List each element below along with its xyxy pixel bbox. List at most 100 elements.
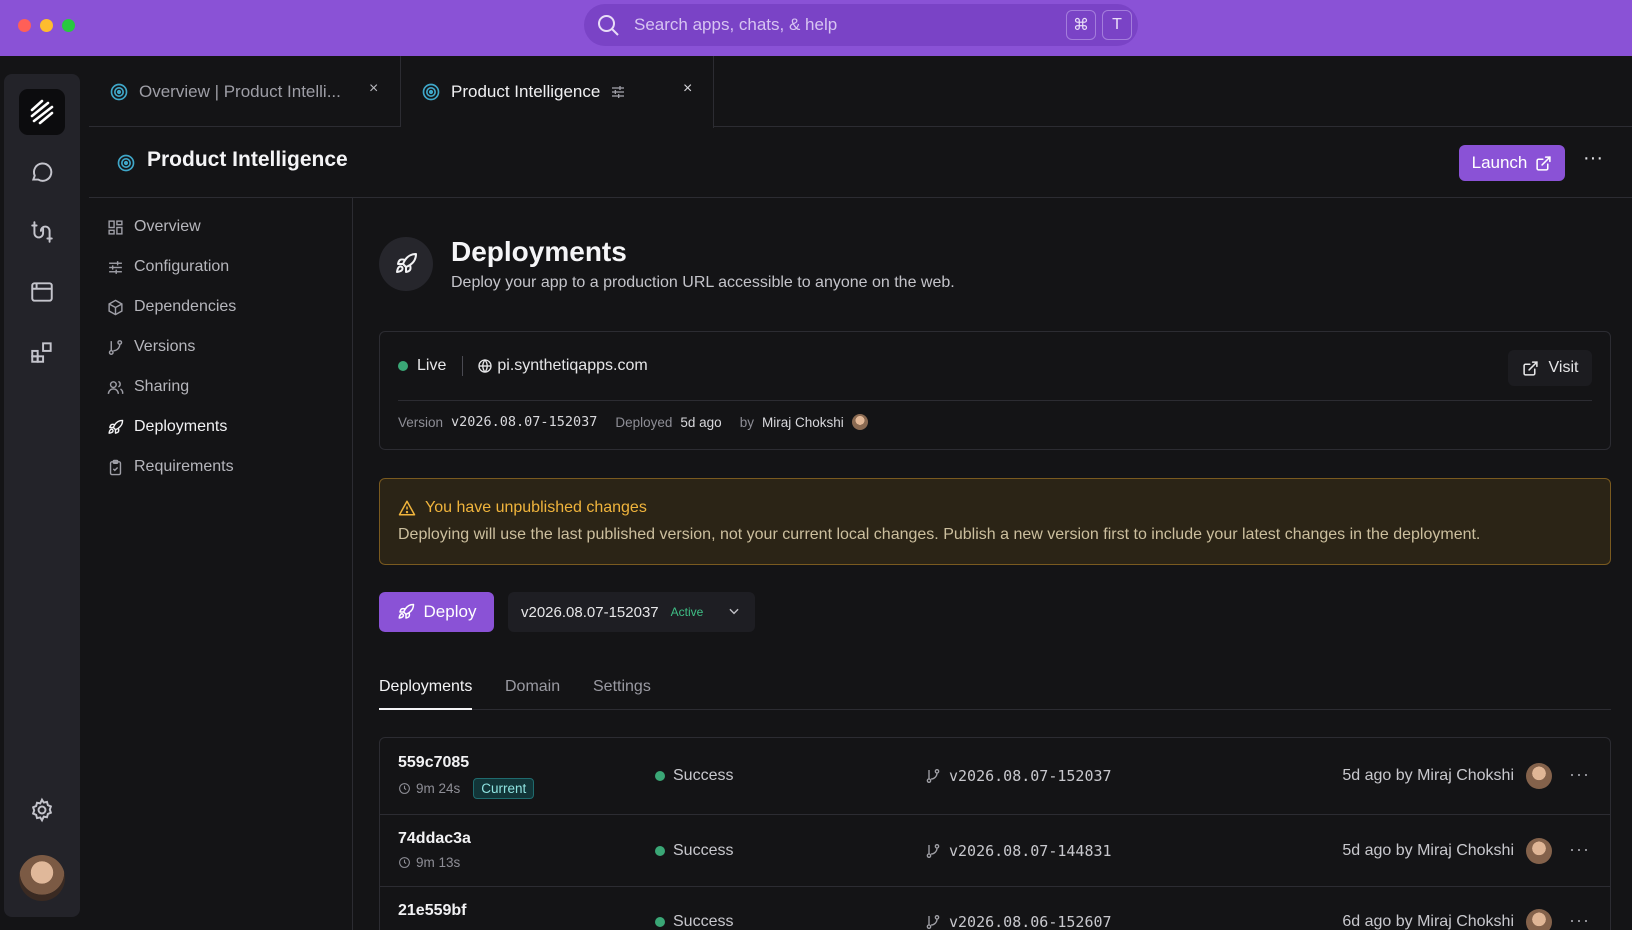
- title-bar: Search apps, chats, & help ⌘ T: [0, 0, 1632, 56]
- app-logo[interactable]: [19, 89, 65, 135]
- sliders-icon: [610, 84, 626, 100]
- grid-icon: [107, 219, 124, 236]
- subtab-deployments[interactable]: Deployments: [379, 678, 473, 710]
- version-select[interactable]: v2026.08.07-152037 Active: [508, 592, 755, 632]
- launch-button[interactable]: Launch: [1459, 145, 1565, 181]
- success-dot: [655, 917, 665, 927]
- sidebar-item-overview[interactable]: Overview: [107, 214, 201, 240]
- tab-overview[interactable]: Overview | Product Intelli... ×: [89, 56, 401, 127]
- deployment-status: Success: [655, 842, 733, 860]
- subtab-settings[interactable]: Settings: [593, 678, 651, 710]
- section-subtitle: Deploy your app to a production URL acce…: [451, 274, 955, 291]
- tab-bar: Overview | Product Intelli... × Product …: [89, 56, 1632, 128]
- success-dot: [655, 846, 665, 856]
- target-icon: [116, 153, 136, 173]
- rocket-icon: [379, 237, 433, 291]
- tab-product-intelligence[interactable]: Product Intelligence ×: [401, 56, 714, 128]
- duration-text: 9m 13s: [416, 855, 461, 870]
- visit-button[interactable]: Visit: [1508, 350, 1592, 386]
- deploy-label: Deploy: [423, 602, 477, 621]
- integrations-icon[interactable]: [28, 218, 56, 246]
- deployment-id: 74ddac3a: [398, 830, 471, 847]
- sidebar-item-dependencies[interactable]: Dependencies: [107, 294, 236, 320]
- sliders-icon: [107, 259, 124, 276]
- git-branch-icon: [925, 914, 941, 930]
- settings-gear-icon[interactable]: [28, 796, 56, 824]
- global-search-input[interactable]: Search apps, chats, & help ⌘ T: [584, 4, 1138, 46]
- apps-icon[interactable]: [28, 338, 56, 366]
- deployments-panel: Deployments Deploy your app to a product…: [353, 198, 1632, 930]
- version-value: v2026.08.07-152037: [451, 414, 598, 430]
- sidebar-item-label: Configuration: [134, 258, 230, 275]
- active-badge: Active: [670, 605, 704, 619]
- live-status-label: Live: [417, 357, 447, 374]
- duration-text: 9m 24s: [416, 781, 461, 796]
- clock-icon: [398, 856, 411, 869]
- author-avatar: [1526, 909, 1552, 930]
- row-more-button[interactable]: ···: [1569, 910, 1590, 930]
- visit-label: Visit: [1548, 359, 1579, 376]
- page-title: Product Intelligence: [147, 148, 348, 171]
- clock-icon: [398, 782, 411, 795]
- table-row[interactable]: 74ddac3a 9m 13s Success v2026.08.07-1448…: [380, 815, 1610, 887]
- rocket-icon: [107, 419, 124, 436]
- version-select-value: v2026.08.07-152037: [521, 603, 659, 621]
- more-options-button[interactable]: ···: [1583, 147, 1603, 170]
- external-link-icon: [1522, 360, 1539, 377]
- shortcut-key-cmd: ⌘: [1066, 10, 1096, 40]
- globe-icon: [477, 358, 493, 374]
- warning-icon: [398, 499, 416, 517]
- subtab-domain[interactable]: Domain: [505, 678, 560, 710]
- warning-body: Deploying will use the last published ve…: [398, 526, 1481, 543]
- deployment-status: Success: [655, 913, 733, 930]
- success-dot: [655, 771, 665, 781]
- search-placeholder: Search apps, chats, & help: [634, 15, 838, 34]
- sidebar-item-sharing[interactable]: Sharing: [107, 374, 189, 400]
- deployed-by: 5d ago by Miraj Chokshi: [1342, 842, 1514, 859]
- shortcut-key-t: T: [1102, 10, 1132, 40]
- author-avatar: [1526, 838, 1552, 864]
- browser-window-icon[interactable]: [28, 278, 56, 306]
- sidebar-item-deployments[interactable]: Deployments: [107, 414, 227, 440]
- deployment-id: 559c7085: [398, 754, 470, 771]
- author-avatar: [851, 414, 868, 430]
- git-branch-icon: [107, 339, 124, 356]
- chevron-down-icon: [727, 604, 741, 618]
- deployments-table: 559c7085 9m 24s Current Success v2026.08…: [379, 737, 1611, 930]
- current-badge: Current: [473, 778, 535, 799]
- git-branch-icon: [925, 843, 941, 859]
- deployed-by: 5d ago by Miraj Chokshi: [1342, 767, 1514, 784]
- deployment-version: v2026.08.07-144831: [925, 842, 1112, 860]
- row-more-button[interactable]: ···: [1569, 764, 1590, 785]
- section-title: Deployments: [451, 236, 627, 267]
- close-window-button[interactable]: [18, 19, 31, 32]
- version-text: v2026.08.06-152607: [949, 913, 1112, 930]
- sidebar-item-versions[interactable]: Versions: [107, 334, 195, 360]
- deploy-button[interactable]: Deploy: [379, 592, 494, 632]
- live-domain-link[interactable]: pi.synthetiqapps.com: [497, 357, 647, 375]
- zoom-window-button[interactable]: [62, 19, 75, 32]
- chat-icon[interactable]: [28, 158, 56, 186]
- tab-close-icon[interactable]: ×: [683, 80, 692, 98]
- sidebar-item-configuration[interactable]: Configuration: [107, 254, 229, 280]
- sidebar-item-label: Versions: [134, 338, 196, 355]
- divider: [398, 400, 1592, 401]
- table-row[interactable]: 21e559bf Success v2026.08.06-152607 6d a…: [380, 887, 1610, 930]
- sidebar-item-requirements[interactable]: Requirements: [107, 454, 234, 480]
- deployment-meta: Version v2026.08.07-152037 Deployed 5d a…: [398, 414, 868, 430]
- sidebar-item-label: Sharing: [134, 378, 190, 395]
- status-text: Success: [673, 913, 734, 930]
- rocket-icon: [397, 603, 415, 621]
- row-more-button[interactable]: ···: [1569, 839, 1590, 860]
- table-row[interactable]: 559c7085 9m 24s Current Success v2026.08…: [380, 738, 1610, 815]
- live-status-dot: [398, 361, 408, 371]
- by-label: by: [739, 414, 754, 430]
- user-avatar[interactable]: [19, 855, 65, 901]
- deployed-value: 5d ago: [680, 414, 722, 430]
- version-text: v2026.08.07-152037: [949, 767, 1112, 785]
- warning-title: You have unpublished changes: [425, 499, 647, 516]
- minimize-window-button[interactable]: [40, 19, 53, 32]
- deployment-duration: 9m 13s: [398, 855, 460, 870]
- tab-close-icon[interactable]: ×: [369, 80, 378, 98]
- deployed-label: Deployed: [615, 414, 673, 430]
